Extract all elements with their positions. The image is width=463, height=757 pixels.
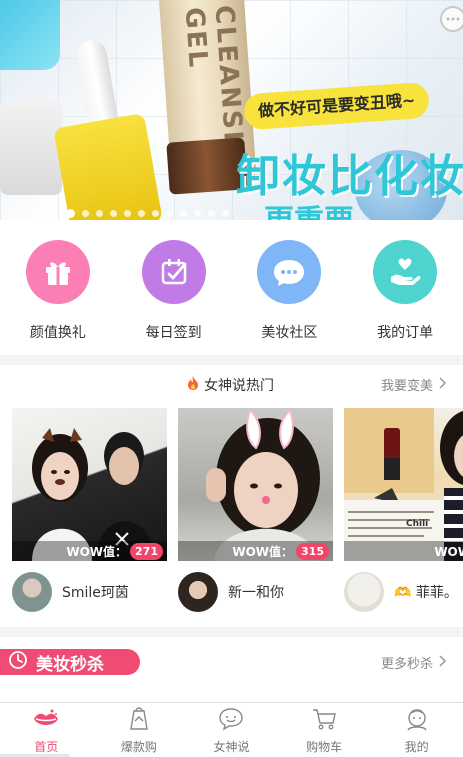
shopping-tag-icon [125, 707, 153, 735]
wow-bar: WOW值： 271 [12, 541, 167, 561]
quick-menu: 颜值换礼 每日签到 美妆社区 我的订单 [0, 220, 463, 355]
avatar [344, 572, 384, 612]
post-photo: WOW值： 315 [178, 408, 333, 561]
post-photo: Chili WOW值： [344, 408, 463, 561]
cart-icon [310, 707, 338, 735]
wow-bar: WOW值： 315 [178, 541, 333, 561]
carousel-dot[interactable] [152, 210, 159, 217]
carousel-dot[interactable] [208, 210, 215, 217]
flash-more-link[interactable]: 更多秒杀 [381, 653, 447, 672]
calendar-check-icon [141, 240, 206, 304]
tab-mine[interactable]: 我的 [370, 703, 463, 757]
banner-slogan-line2: 更重要 [264, 196, 354, 220]
carousel-dot[interactable] [124, 210, 131, 217]
tab-label: 我的 [404, 740, 429, 754]
hot-header: 女神说热门 我要变美 [0, 365, 463, 405]
tab-cart[interactable]: 购物车 [278, 703, 371, 757]
gift-icon [25, 240, 90, 304]
card-author[interactable]: 🫶 菲菲。 [344, 572, 463, 612]
hot-card[interactable]: WOW值： 315 新一和你 [178, 408, 333, 612]
message-icon[interactable] [440, 6, 463, 32]
home-screen: CLEANSING GEL 做不好可是要变丑哦~ 卸妆比化妆 更重要 颜值换礼 … [0, 0, 463, 757]
wow-count-badge: 315 [296, 542, 329, 560]
hot-title: 女神说热门 [186, 375, 274, 395]
author-name: Smile珂茵 [62, 585, 129, 601]
tab-home[interactable]: 首页 [0, 703, 93, 757]
quick-label: 我的订单 [377, 325, 434, 341]
thumb-text: Chili [406, 519, 428, 529]
tab-label: 女神说 [213, 740, 250, 754]
hot-more-label: 我要变美 [380, 379, 433, 394]
carousel-dot[interactable] [222, 210, 229, 217]
quick-item-daily-checkin[interactable]: 每日签到 [116, 220, 232, 355]
hot-card[interactable]: WOW值： 271 Smile珂茵 [12, 408, 167, 612]
carousel-dots[interactable] [66, 209, 229, 218]
hot-cards: WOW值： 271 Smile珂茵 WOW值： 315 新一和你 Chili W… [12, 408, 463, 612]
flame-icon [186, 375, 200, 395]
section-divider [0, 355, 463, 365]
flash-sale-title: 美妆秒杀 [36, 654, 104, 675]
chevron-right-icon [439, 654, 447, 671]
carousel-dot[interactable] [82, 210, 89, 217]
carousel-dot[interactable] [166, 210, 173, 217]
profile-icon [403, 707, 431, 735]
quick-label: 每日签到 [145, 325, 202, 341]
hot-title-text: 女神说热门 [204, 378, 274, 394]
quick-item-my-orders[interactable]: 我的订单 [347, 220, 463, 355]
quick-item-gift-exchange[interactable]: 颜值换礼 [0, 220, 116, 355]
carousel-dot[interactable] [180, 210, 187, 217]
hot-section: 女神说热门 我要变美 WOW值： 271 Smile珂茵 WOW值： 315 新… [0, 365, 463, 627]
tab-goddess-says[interactable]: 女神说 [185, 703, 278, 757]
section-divider [0, 627, 463, 637]
quick-label: 美妆社区 [261, 325, 318, 341]
quick-item-beauty-community[interactable]: 美妆社区 [232, 220, 348, 355]
quick-label: 颜值换礼 [29, 325, 86, 341]
banner-slogan: 卸妆比化妆 [236, 151, 463, 202]
post-photo: WOW值： 271 [12, 408, 167, 561]
hot-card[interactable]: Chili WOW值： 🫶 菲菲。 [344, 408, 463, 612]
wow-label: WOW值： [232, 544, 294, 559]
flash-sale-badge: 美妆秒杀 [0, 649, 140, 675]
hand-heart-icon [373, 240, 438, 304]
wow-label: WOW值： [434, 544, 463, 559]
carousel-dot[interactable] [96, 210, 103, 217]
carousel-dot[interactable] [138, 210, 145, 217]
carousel-dot[interactable] [66, 209, 75, 218]
tab-label: 爆款购 [120, 740, 157, 754]
tab-hot-buy[interactable]: 爆款购 [93, 703, 186, 757]
banner-bottle-image [53, 112, 163, 220]
avatar [178, 572, 218, 612]
promo-banner[interactable]: CLEANSING GEL 做不好可是要变丑哦~ 卸妆比化妆 更重要 [0, 0, 463, 220]
avatar [12, 572, 52, 612]
wow-bar: WOW值： [344, 541, 463, 561]
carousel-dot[interactable] [194, 210, 201, 217]
flash-sale-section: 美妆秒杀 更多秒杀 [0, 637, 463, 701]
wow-label: WOW值： [66, 544, 128, 559]
card-author[interactable]: Smile珂茵 [12, 572, 167, 612]
author-name: 🫶 菲菲。 [394, 585, 458, 601]
carousel-dot[interactable] [110, 210, 117, 217]
hot-more-link[interactable]: 我要变美 [381, 375, 447, 394]
flash-more-label: 更多秒杀 [380, 657, 433, 672]
banner-brush-image [0, 0, 60, 70]
smile-bubble-icon [217, 707, 245, 735]
card-author[interactable]: 新一和你 [178, 572, 333, 612]
tab-label: 购物车 [306, 740, 343, 754]
clock-icon [8, 650, 28, 674]
banner-compact-case-image [0, 100, 62, 195]
tab-label: 首页 [34, 740, 59, 754]
chat-bubble-icon [257, 240, 322, 304]
lips-icon [32, 707, 60, 735]
bottom-tab-bar: 首页 爆款购 女神说 购物车 我的 [0, 702, 463, 757]
author-name: 新一和你 [228, 585, 284, 601]
wow-count-badge: 271 [130, 542, 163, 560]
chevron-right-icon [439, 376, 447, 393]
